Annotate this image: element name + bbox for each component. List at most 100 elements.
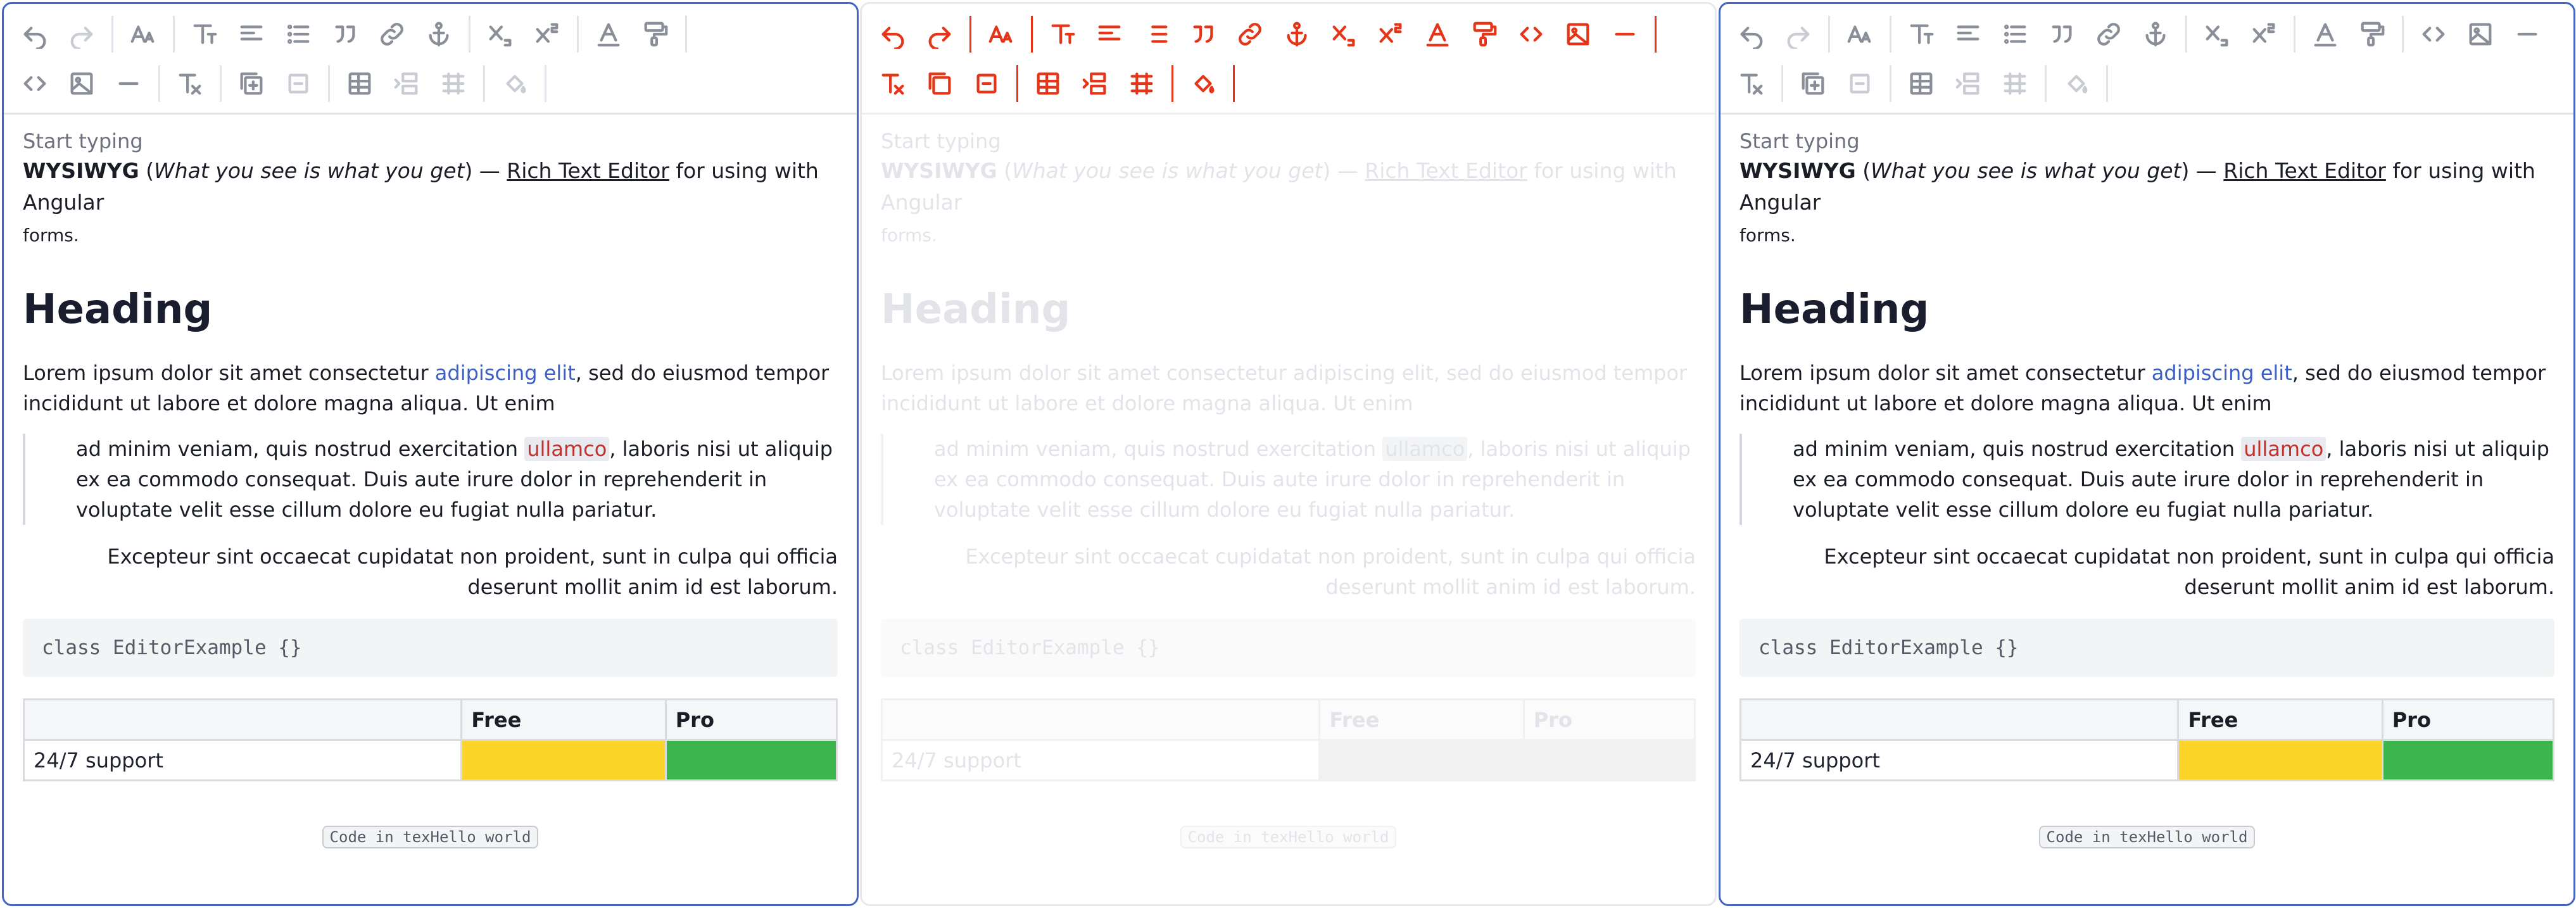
table-cells-button[interactable] [1993,61,2037,106]
anchor-button[interactable] [1275,12,1319,56]
superscript-button[interactable] [525,12,569,56]
cell-color-button[interactable] [493,61,537,106]
intro-link[interactable]: Rich Text Editor [2223,158,2386,183]
text-style-button[interactable] [1899,12,1943,56]
code-button[interactable] [1509,12,1553,56]
para-link[interactable]: adipiscing elit [435,361,576,385]
redo-button[interactable] [918,12,962,56]
subscript-button[interactable] [1322,12,1366,56]
table-cells-button[interactable] [1120,61,1164,106]
list-button[interactable] [276,12,320,56]
anchor-icon [1287,22,1307,47]
horizontal-rule-button[interactable] [1603,12,1647,56]
horizontal-rule-button[interactable] [2505,12,2549,56]
table-header-cell[interactable]: Free [2177,698,2383,741]
quote-highlight: ullamco [524,437,610,461]
horizontal-rule-button[interactable] [106,61,151,106]
text-style-button[interactable] [1040,12,1085,56]
code-button[interactable] [13,61,57,106]
list-button[interactable] [1134,12,1178,56]
table-button[interactable] [1899,61,1943,106]
table-header-cell[interactable] [1739,698,2180,741]
editor-pane-right[interactable]: Start typing WYSIWYG (What you see is wh… [1719,2,2575,906]
table-row-button[interactable] [384,61,429,106]
editor-toolbar [862,4,1715,115]
table-button[interactable] [1026,61,1070,106]
align-button[interactable] [1946,12,1990,56]
anchor-button[interactable] [417,12,461,56]
editor-content[interactable]: Start typing WYSIWYG (What you see is wh… [1739,127,2555,848]
remove-group-button[interactable] [964,61,1009,106]
table-row-icon [1082,72,1106,95]
text-color-button[interactable] [2303,12,2347,56]
font-size-button[interactable] [979,12,1023,56]
undo-button[interactable] [13,12,57,56]
table-header-cell[interactable]: Pro [2381,698,2555,741]
toolbar-row-1 [13,9,695,60]
para-link[interactable]: adipiscing elit [2152,361,2292,385]
clear-format-button[interactable] [168,61,212,106]
table-row-button[interactable] [1073,61,1117,106]
font-size-button[interactable] [1838,12,1882,56]
quote-button[interactable] [2040,12,2084,56]
table-cells-button[interactable] [431,61,476,106]
remove-group-button[interactable] [1838,61,1882,106]
align-button[interactable] [1087,12,1132,56]
table-header-cell[interactable]: Free [460,698,667,741]
paint-roller-button[interactable] [633,12,678,56]
intro-paren-close: ) — [1322,158,1365,183]
text-color-button[interactable] [1415,12,1460,56]
table-header-cell: Pro [1522,698,1696,741]
superscript-button[interactable] [2242,12,2286,56]
editor-pane-left[interactable]: Start typing WYSIWYG (What you see is wh… [2,2,859,906]
intro-link[interactable]: Rich Text Editor [507,158,669,183]
table-header-cell[interactable]: Pro [664,698,838,741]
remove-group-button[interactable] [276,61,320,106]
text-color-button[interactable] [586,12,631,56]
cell-color-button[interactable] [2054,61,2099,106]
image-button[interactable] [1556,12,1600,56]
anchor-button[interactable] [2133,12,2178,56]
redo-button[interactable] [60,12,104,56]
paint-roller-icon [644,22,668,47]
paint-roller-button[interactable] [1462,12,1506,56]
text-style-button[interactable] [182,12,227,56]
quote-button[interactable] [323,12,367,56]
table-row-button[interactable] [1946,61,1990,106]
cell-color-button[interactable] [1181,61,1225,106]
superscript-icon [1379,23,1402,43]
table-cell-green[interactable] [2381,739,2555,781]
table-cell[interactable]: 24/7 support [1739,739,2180,781]
subscript-button[interactable] [478,12,522,56]
quote-icon [335,25,355,43]
align-button[interactable] [229,12,274,56]
link-button[interactable] [370,12,414,56]
table-header-cell[interactable] [22,698,463,741]
image-button[interactable] [60,61,104,106]
insert-group-button[interactable] [229,61,274,106]
quote-button[interactable] [1181,12,1225,56]
undo-button[interactable] [871,12,915,56]
table-cell-yellow[interactable] [460,739,667,781]
subscript-button[interactable] [2195,12,2239,56]
table-button[interactable] [338,61,382,106]
link-button[interactable] [1228,12,1272,56]
clear-format-button[interactable] [1729,61,1774,106]
paint-roller-button[interactable] [2350,12,2394,56]
table-cell-green[interactable] [664,739,838,781]
clear-format-button[interactable] [871,61,915,106]
redo-button[interactable] [1776,12,1821,56]
editor-content[interactable]: Start typing WYSIWYG (What you see is wh… [22,127,838,848]
image-button[interactable] [2458,12,2503,56]
insert-group-button[interactable] [918,61,962,106]
link-button[interactable] [2087,12,2131,56]
insert-group-button[interactable] [1791,61,1835,106]
undo-button[interactable] [1729,12,1774,56]
superscript-button[interactable] [1368,12,1413,56]
code-button[interactable] [2411,12,2456,56]
list-button[interactable] [1993,12,2037,56]
table-cell[interactable]: 24/7 support [22,739,463,781]
table-cell-yellow[interactable] [2177,739,2383,781]
font-size-button[interactable] [121,12,165,56]
footer-code: Code in texHello world [2038,826,2256,848]
